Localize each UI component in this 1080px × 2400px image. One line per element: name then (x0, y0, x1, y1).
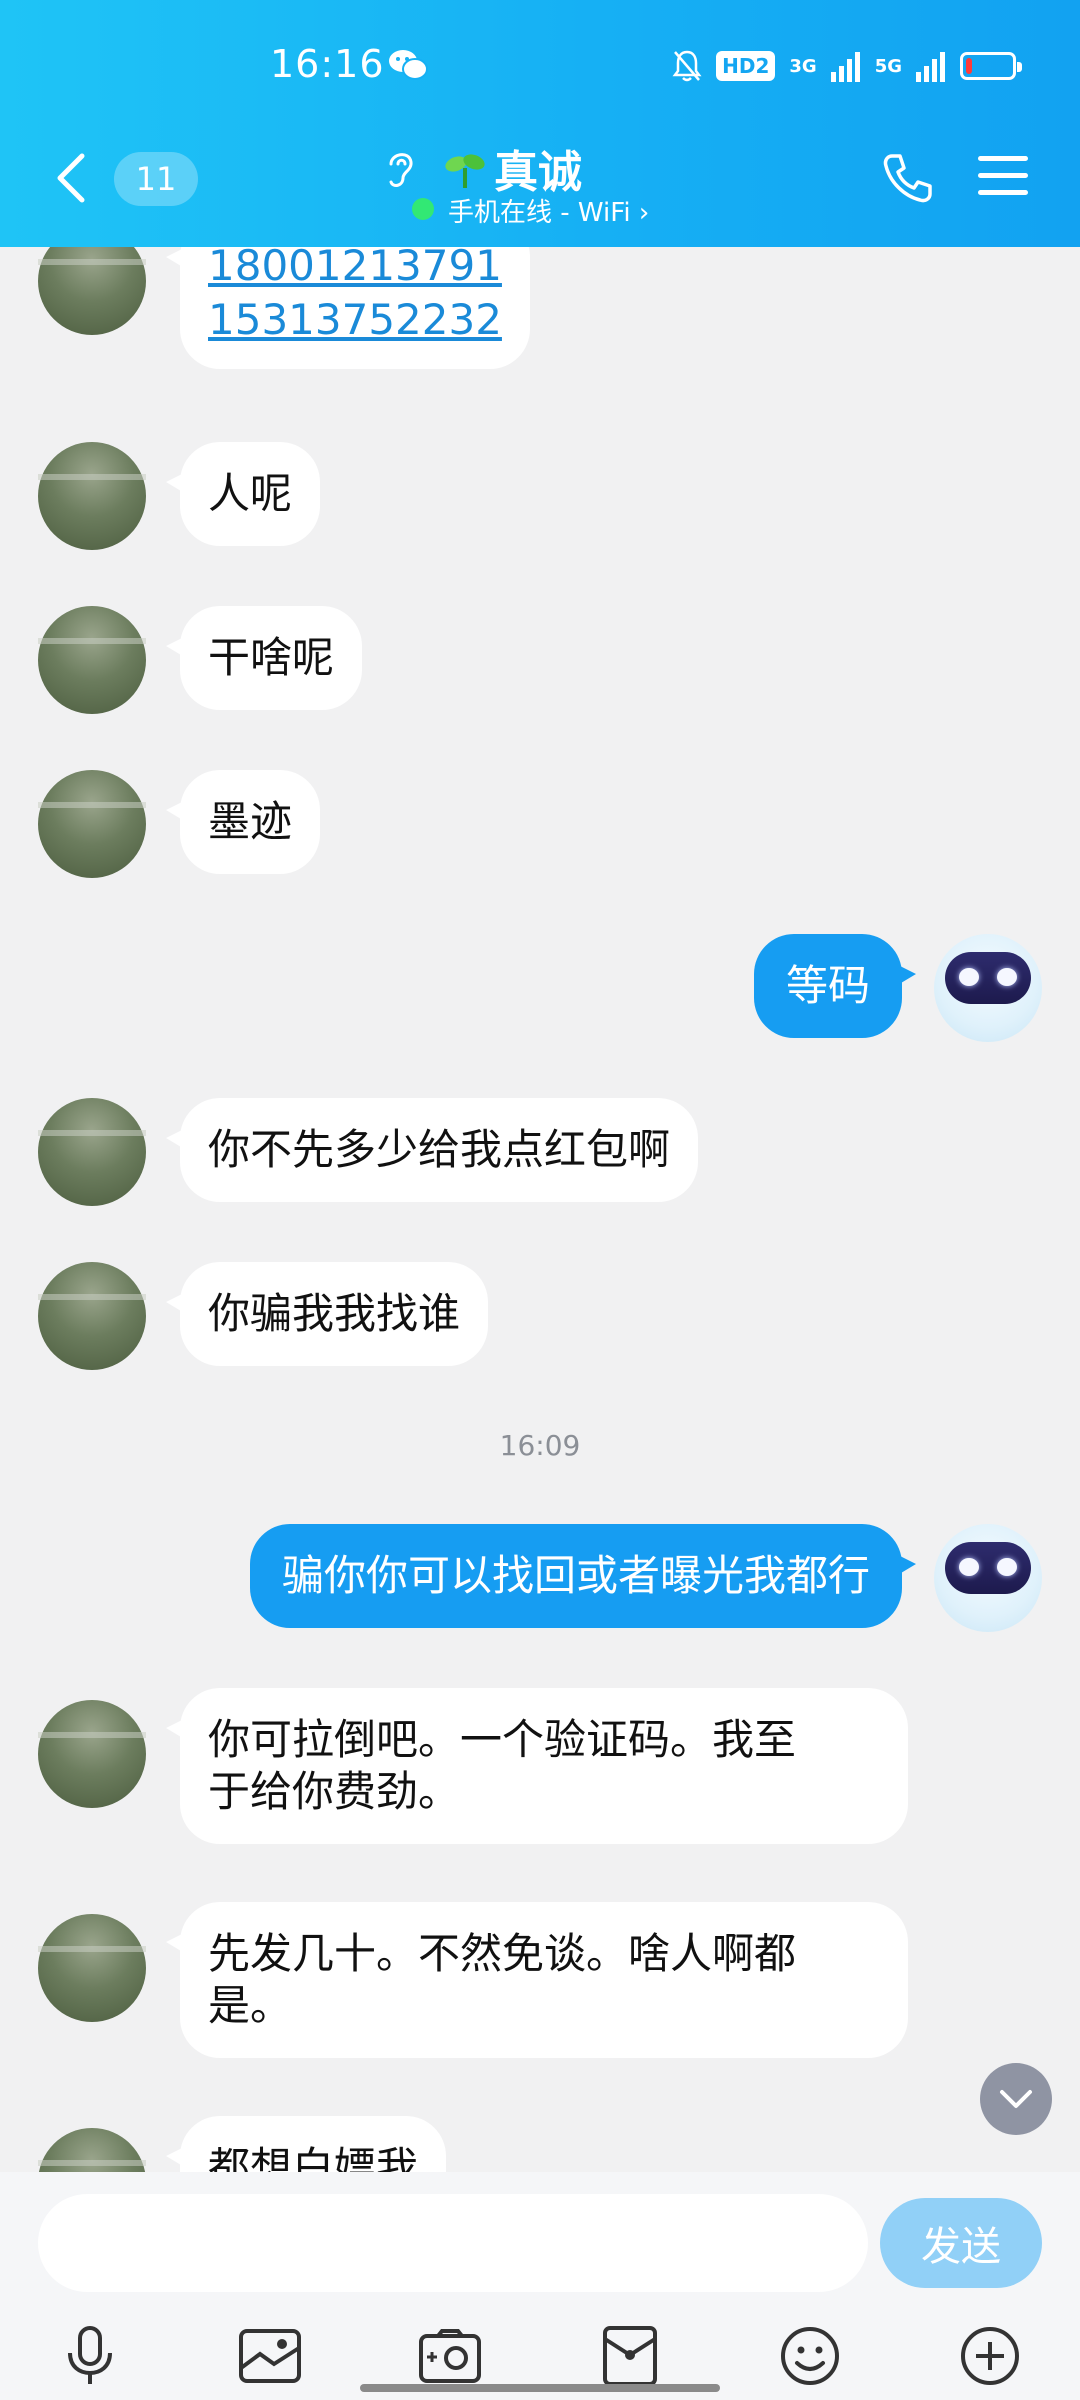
network-3g-label: 3G (789, 55, 817, 77)
online-status-dot (412, 198, 434, 220)
message-bubble[interactable]: 你可拉倒吧。一个验证码。我至 于给你费劲。 (166, 1688, 908, 1844)
ear-icon[interactable] (383, 146, 417, 192)
red-packet-icon (603, 2326, 657, 2386)
contact-avatar[interactable] (38, 1700, 146, 1808)
battery-level (966, 58, 972, 74)
chat-header: 16:16 HD2 3G 5G 11 真诚 手机在线 - WiFi › (0, 0, 1080, 247)
message-timestamp: 16:09 (499, 1429, 581, 1462)
message-bubble[interactable]: 等码 (753, 934, 917, 1038)
contact-avatar[interactable] (38, 1262, 146, 1370)
message-bubble[interactable]: 干啥呢 (165, 606, 363, 710)
camera-icon (419, 2329, 481, 2383)
message-bubble[interactable]: 骗你你可以找回或者曝光我都行 (249, 1524, 917, 1628)
contact-avatar[interactable] (38, 1098, 146, 1206)
message-bubble[interactable]: 18001213791 15313752232 (166, 247, 530, 369)
plus-icon (961, 2327, 1019, 2385)
message-bubble[interactable]: 都想白嫖我 (165, 2116, 447, 2172)
battery-icon (960, 52, 1022, 80)
emoji-icon (781, 2327, 839, 2385)
microphone-icon (68, 2326, 112, 2384)
back-button[interactable] (52, 150, 92, 206)
contact-name[interactable]: 真诚 (494, 136, 582, 200)
menu-icon[interactable] (976, 152, 1030, 200)
phone-number-link[interactable]: 18001213791 (208, 247, 502, 293)
voice-button[interactable] (54, 2320, 126, 2392)
message-line: 你可拉倒吧。一个验证码。我至 (208, 1715, 797, 1764)
contact-avatar[interactable] (38, 442, 146, 550)
status-icons: HD2 3G 5G (672, 46, 1022, 86)
more-button[interactable] (954, 2320, 1026, 2392)
photo-icon (239, 2329, 301, 2383)
scroll-to-bottom-button[interactable] (980, 2063, 1052, 2135)
message-bubble[interactable]: 你骗我我找谁 (165, 1262, 489, 1366)
contact-avatar[interactable] (38, 606, 146, 714)
message-line: 先发几十。不然免谈。啥人啊都 (208, 1929, 797, 1978)
message-bubble[interactable]: 先发几十。不然免谈。啥人啊都 是。 (166, 1902, 908, 2058)
red-packet-button[interactable] (594, 2320, 666, 2392)
chevron-down-icon (1000, 2090, 1032, 2108)
contact-avatar[interactable] (38, 770, 146, 878)
phone-icon[interactable] (880, 150, 936, 206)
signal-icon (916, 52, 945, 82)
status-time: 16:16 (270, 42, 385, 86)
contact-avatar[interactable] (38, 1914, 146, 2022)
mute-bell-icon (672, 50, 702, 82)
emoji-button[interactable] (774, 2320, 846, 2392)
wechat-icon (389, 50, 428, 80)
signal-icon (830, 52, 860, 82)
my-avatar[interactable] (934, 934, 1042, 1042)
unread-count-badge[interactable]: 11 (114, 152, 198, 206)
input-bar: 发送 (0, 2172, 1080, 2400)
message-line: 于给你费劲。 (208, 1767, 461, 1816)
robot-face-icon (945, 952, 1031, 1004)
network-5g-label: 5G (874, 55, 902, 77)
message-list[interactable]: 18001213791 15313752232 人呢 干啥呢 墨迹 等码 你不先… (0, 247, 1080, 2172)
camera-button[interactable] (414, 2320, 486, 2392)
send-button[interactable]: 发送 (880, 2198, 1042, 2288)
sprout-icon (445, 154, 485, 188)
robot-face-icon (945, 1542, 1031, 1594)
phone-number-link[interactable]: 15313752232 (208, 293, 502, 347)
message-line: 是。 (208, 1981, 293, 2030)
message-bubble[interactable]: 你不先多少给我点红包啊 (165, 1098, 699, 1202)
message-bubble[interactable]: 墨迹 (165, 770, 321, 874)
contact-avatar[interactable] (38, 247, 146, 335)
hd-badge: HD2 (716, 51, 776, 81)
photo-button[interactable] (234, 2320, 306, 2392)
contact-avatar[interactable] (38, 2128, 146, 2172)
my-avatar[interactable] (934, 1524, 1042, 1632)
online-status-text[interactable]: 手机在线 - WiFi › (448, 192, 649, 229)
message-bubble[interactable]: 人呢 (165, 442, 321, 546)
home-indicator[interactable] (360, 2384, 720, 2392)
message-input[interactable] (38, 2194, 868, 2292)
